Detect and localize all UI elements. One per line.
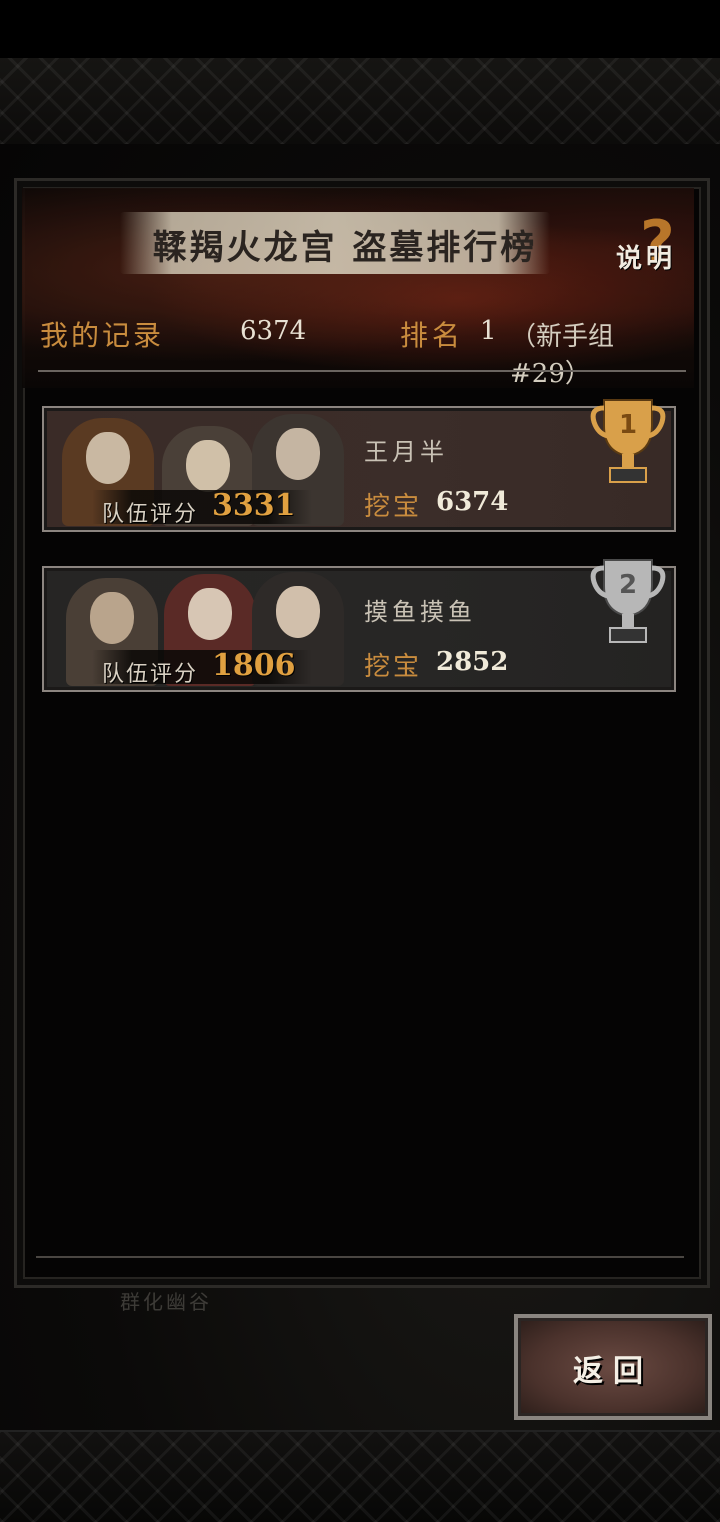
dig-label: 挖宝 <box>364 492 423 522</box>
rank-label: 排名 <box>400 319 465 352</box>
panel-bottom-divider <box>36 1256 684 1258</box>
dig-value: 2852 <box>436 647 509 677</box>
silver-trophy-icon: 2 <box>590 556 666 648</box>
team-portrait: 队伍评分 3331 <box>52 412 352 526</box>
record-divider <box>38 370 686 372</box>
help-label: 说明 <box>616 244 677 274</box>
dig-label: 挖宝 <box>364 652 423 682</box>
my-record-value: 6374 <box>240 316 307 346</box>
gold-trophy-icon: 1 <box>590 396 666 488</box>
leaderboard-entry-2[interactable]: 队伍评分 1806 摸鱼摸鱼 挖宝 2852 2 <box>42 559 676 692</box>
my-record-label: 我的记录 <box>40 319 165 352</box>
team-score-value: 1806 <box>212 648 296 683</box>
trophy-rank: 2 <box>618 570 638 600</box>
team-score-label: 队伍评分 <box>102 502 199 526</box>
rank-value: 1 <box>480 316 497 346</box>
player-name: 摸鱼摸鱼 <box>364 598 476 626</box>
leaderboard-entry-1[interactable]: 队伍评分 3331 王月半 挖宝 6374 1 <box>42 399 676 532</box>
trophy-rank: 1 <box>618 410 638 440</box>
bottom-border-decoration <box>0 1430 720 1522</box>
status-bar <box>0 0 720 58</box>
help-button[interactable]: ? 说明 <box>610 208 690 278</box>
team-portrait: 队伍评分 1806 <box>52 572 352 686</box>
back-button-label: 返回 <box>573 1354 653 1389</box>
team-score-value: 3331 <box>212 488 296 523</box>
my-record-row: 我的记录 6374 排名 1 （新手组#29） <box>40 314 680 389</box>
dig-value: 6374 <box>436 487 509 517</box>
leaderboard-title: 鞣羯火龙宫 盗墓排行榜 <box>152 228 538 268</box>
map-area-label: 群化幽谷 <box>120 1290 212 1314</box>
team-score-label: 队伍评分 <box>102 662 199 686</box>
rank-group: （新手组#29） <box>510 322 615 389</box>
top-border-decoration <box>0 58 720 146</box>
player-name: 王月半 <box>364 438 448 466</box>
back-button[interactable]: 返回 <box>514 1314 712 1420</box>
